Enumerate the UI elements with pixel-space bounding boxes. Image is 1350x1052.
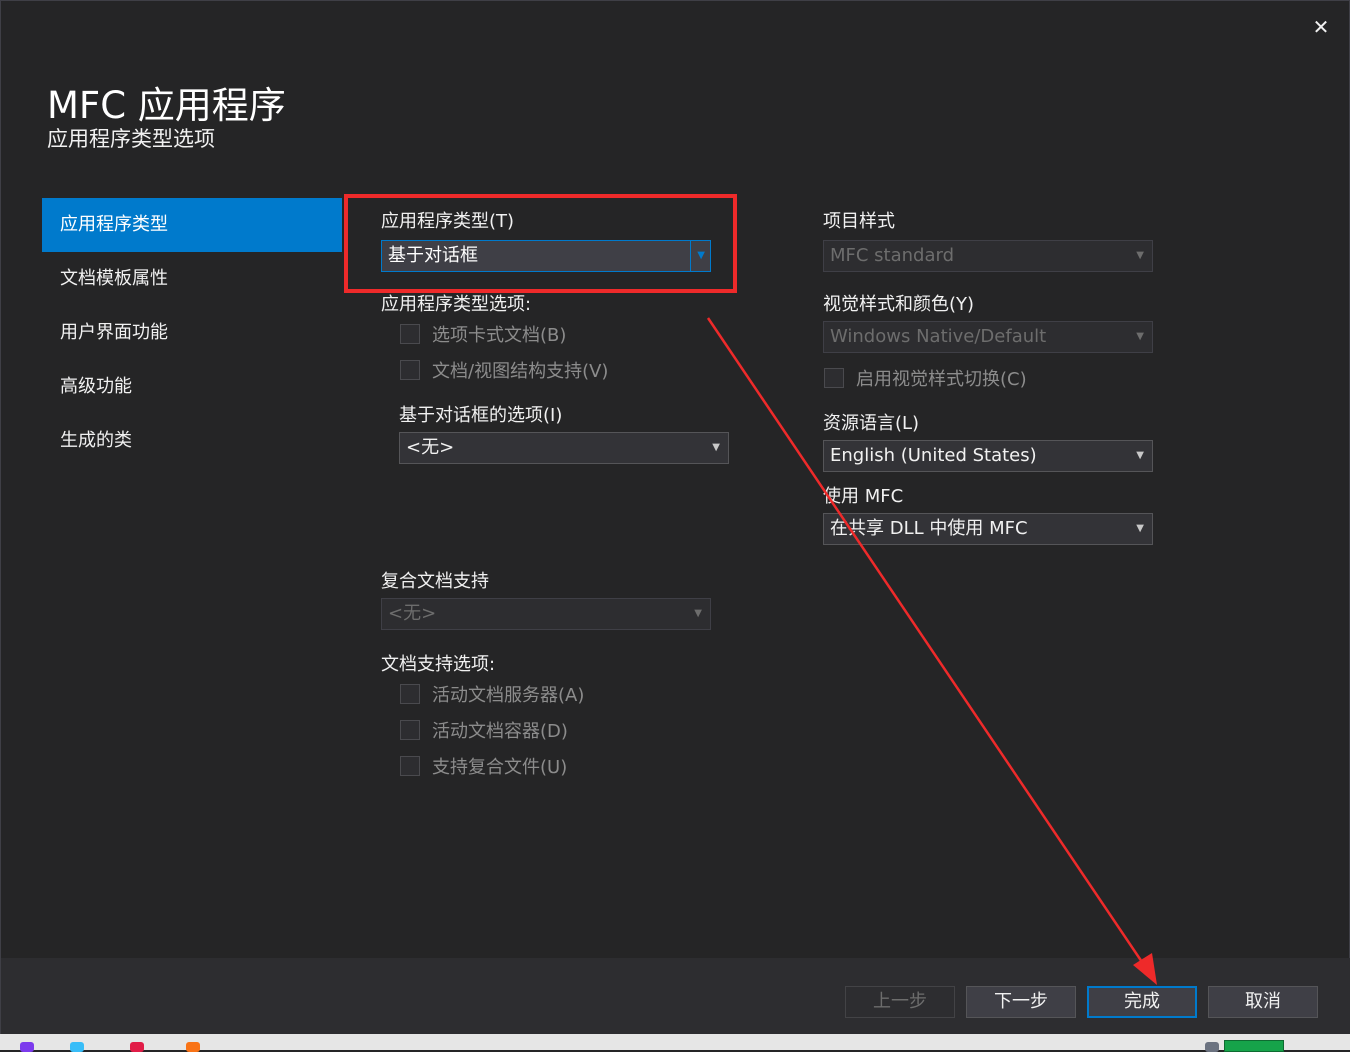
compound-doc-value: <无>: [388, 603, 437, 624]
wizard-sidebar: 应用程序类型 文档模板属性 用户界面功能 高级功能 生成的类: [42, 198, 342, 468]
dialog-options-label: 基于对话框的选项(I): [399, 405, 563, 426]
chevron-down-icon: ▼: [694, 608, 702, 619]
resource-lang-label: 资源语言(L): [823, 413, 920, 434]
sidebar-item-advanced[interactable]: 高级功能: [42, 360, 342, 414]
sidebar-item-app-type[interactable]: 应用程序类型: [42, 198, 342, 252]
project-style-value: MFC standard: [830, 245, 955, 266]
tabbed-docs-label: 选项卡式文档(B): [432, 325, 567, 346]
doc-support-label: 文档支持选项:: [381, 654, 496, 675]
status-badge: [1224, 1040, 1284, 1052]
dialog-options-select[interactable]: <无> ▼: [399, 432, 729, 464]
compound-files-label: 支持复合文件(U): [432, 757, 568, 778]
app-icon[interactable]: [130, 1042, 144, 1052]
mfc-wizard-dialog: ✕ MFC 应用程序 应用程序类型选项 应用程序类型 文档模板属性 用户界面功能…: [0, 0, 1350, 1035]
cancel-button[interactable]: 取消: [1208, 986, 1318, 1018]
compound-doc-select[interactable]: <无> ▼: [381, 598, 711, 630]
prev-button[interactable]: 上一步: [845, 986, 955, 1018]
active-doc-container-label: 活动文档容器(D): [432, 721, 568, 742]
chevron-down-icon: ▼: [1136, 450, 1144, 461]
chevron-down-icon: ▼: [712, 442, 720, 453]
next-button[interactable]: 下一步: [966, 986, 1076, 1018]
dialog-options-value: <无>: [406, 437, 455, 458]
chevron-down-icon: ▼: [1136, 523, 1144, 534]
app-icon[interactable]: [70, 1042, 84, 1052]
tabbed-docs-checkbox[interactable]: 选项卡式文档(B): [400, 321, 566, 347]
visual-style-label: 视觉样式和颜色(Y): [823, 294, 975, 315]
project-style-select[interactable]: MFC standard ▼: [823, 240, 1153, 272]
close-icon[interactable]: ✕: [1307, 13, 1335, 41]
use-mfc-label: 使用 MFC: [823, 486, 904, 507]
use-mfc-value: 在共享 DLL 中使用 MFC: [830, 518, 1028, 539]
checkbox-icon: [400, 756, 420, 776]
battery-icon[interactable]: [1205, 1042, 1219, 1052]
visual-switch-checkbox[interactable]: 启用视觉样式切换(C): [824, 365, 1027, 391]
sidebar-item-generated-classes[interactable]: 生成的类: [42, 414, 342, 468]
sidebar-item-ui-features[interactable]: 用户界面功能: [42, 306, 342, 360]
compound-doc-label: 复合文档支持: [381, 571, 489, 592]
doc-view-label: 文档/视图结构支持(V): [432, 361, 609, 382]
chevron-down-icon: ▼: [1136, 331, 1144, 342]
app-icon[interactable]: [20, 1042, 34, 1052]
active-doc-container-checkbox[interactable]: 活动文档容器(D): [400, 717, 568, 743]
app-type-options-label: 应用程序类型选项:: [381, 294, 532, 315]
app-icon[interactable]: [186, 1042, 200, 1052]
visual-switch-label: 启用视觉样式切换(C): [856, 369, 1027, 390]
checkbox-icon: [400, 360, 420, 380]
sidebar-item-doc-template[interactable]: 文档模板属性: [42, 252, 342, 306]
finish-button[interactable]: 完成: [1087, 986, 1197, 1018]
checkbox-icon: [400, 324, 420, 344]
checkbox-icon: [824, 368, 844, 388]
page-subtitle: 应用程序类型选项: [47, 127, 215, 151]
visual-style-select[interactable]: Windows Native/Default ▼: [823, 321, 1153, 353]
checkbox-icon: [400, 720, 420, 740]
doc-view-checkbox[interactable]: 文档/视图结构支持(V): [400, 357, 608, 383]
checkbox-icon: [400, 684, 420, 704]
chevron-down-icon: ▼: [1136, 250, 1144, 261]
resource-lang-select[interactable]: English (United States) ▼: [823, 440, 1153, 472]
compound-files-checkbox[interactable]: 支持复合文件(U): [400, 753, 567, 779]
project-style-label: 项目样式: [823, 211, 895, 232]
active-doc-server-label: 活动文档服务器(A): [432, 685, 585, 706]
visual-style-value: Windows Native/Default: [830, 326, 1047, 347]
page-title: MFC 应用程序: [47, 84, 286, 127]
use-mfc-select[interactable]: 在共享 DLL 中使用 MFC ▼: [823, 513, 1153, 545]
annotation-highlight-box: [344, 194, 737, 293]
resource-lang-value: English (United States): [830, 445, 1037, 466]
taskbar: [0, 1034, 1350, 1052]
active-doc-server-checkbox[interactable]: 活动文档服务器(A): [400, 681, 584, 707]
